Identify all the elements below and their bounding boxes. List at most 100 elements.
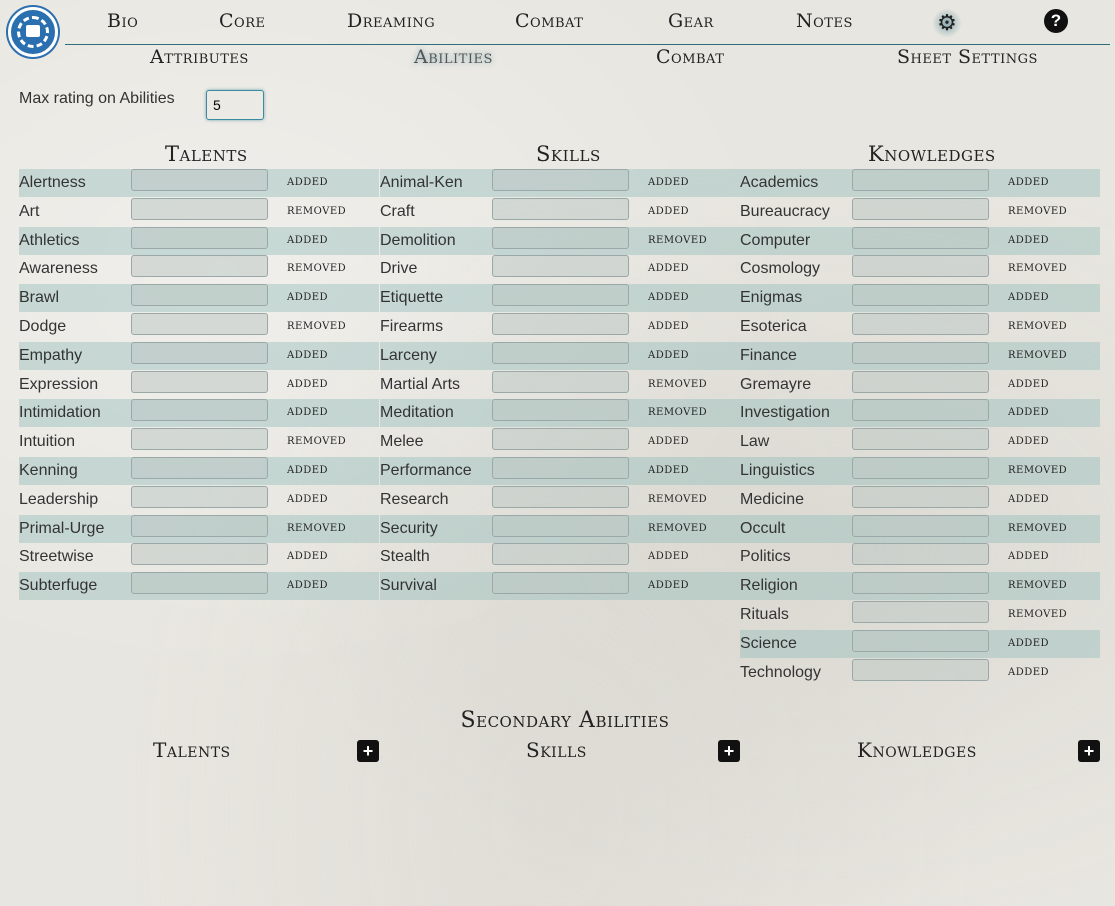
- subtab-sheet-settings[interactable]: Sheet Settings: [897, 46, 1038, 68]
- ability-input[interactable]: [852, 514, 989, 537]
- subtab-combat[interactable]: Combat: [656, 46, 724, 68]
- ability-input[interactable]: [492, 197, 629, 220]
- ability-input[interactable]: [492, 370, 629, 393]
- ability-state-toggle[interactable]: removed: [1008, 202, 1067, 218]
- gear-icon[interactable]: ⚙: [932, 8, 962, 38]
- ability-state-toggle[interactable]: added: [1008, 375, 1049, 391]
- ability-input[interactable]: [492, 399, 629, 422]
- ability-input[interactable]: [492, 169, 629, 191]
- ability-input[interactable]: [852, 197, 989, 220]
- ability-input[interactable]: [852, 456, 989, 479]
- ability-state-toggle[interactable]: added: [1008, 288, 1049, 304]
- ability-input[interactable]: [852, 399, 989, 422]
- ability-state-toggle[interactable]: removed: [287, 317, 346, 333]
- ability-state-toggle[interactable]: added: [287, 231, 328, 247]
- ability-state-toggle[interactable]: added: [1008, 547, 1049, 563]
- subtab-attributes[interactable]: Attributes: [150, 46, 249, 68]
- ability-input[interactable]: [131, 428, 268, 451]
- ability-input[interactable]: [131, 399, 268, 422]
- ability-input[interactable]: [852, 543, 989, 566]
- ability-state-toggle[interactable]: removed: [1008, 605, 1067, 621]
- ability-input[interactable]: [852, 658, 989, 681]
- ability-state-toggle[interactable]: removed: [1008, 519, 1067, 535]
- max-rating-input[interactable]: [206, 90, 264, 120]
- ability-input[interactable]: [852, 485, 989, 508]
- ability-state-toggle[interactable]: removed: [1008, 259, 1067, 275]
- ability-state-toggle[interactable]: removed: [1008, 317, 1067, 333]
- ability-state-toggle[interactable]: added: [1008, 432, 1049, 448]
- ability-input[interactable]: [492, 485, 629, 508]
- nav-tab-bio[interactable]: Bio: [107, 10, 138, 32]
- ability-input[interactable]: [852, 255, 989, 278]
- ability-input[interactable]: [131, 572, 268, 595]
- ability-input[interactable]: [852, 572, 989, 595]
- ability-state-toggle[interactable]: added: [1008, 403, 1049, 419]
- ability-input[interactable]: [852, 370, 989, 393]
- ability-input[interactable]: [131, 312, 268, 335]
- ability-state-toggle[interactable]: added: [1008, 634, 1049, 650]
- ability-state-toggle[interactable]: added: [648, 346, 689, 362]
- ability-input[interactable]: [131, 284, 268, 307]
- ability-state-toggle[interactable]: added: [648, 259, 689, 275]
- ability-state-toggle[interactable]: removed: [648, 519, 707, 535]
- ability-state-toggle[interactable]: added: [1008, 663, 1049, 679]
- ability-input[interactable]: [131, 514, 268, 537]
- nav-tab-dreaming[interactable]: Dreaming: [347, 10, 435, 32]
- ability-input[interactable]: [492, 543, 629, 566]
- ability-state-toggle[interactable]: removed: [1008, 346, 1067, 362]
- ability-state-toggle[interactable]: removed: [648, 231, 707, 247]
- nav-tab-notes[interactable]: Notes: [796, 10, 853, 32]
- ability-state-toggle[interactable]: added: [648, 576, 689, 592]
- ability-input[interactable]: [852, 284, 989, 307]
- app-logo[interactable]: [8, 7, 58, 57]
- ability-state-toggle[interactable]: added: [287, 403, 328, 419]
- ability-state-toggle[interactable]: added: [287, 547, 328, 563]
- ability-input[interactable]: [131, 485, 268, 508]
- ability-input[interactable]: [492, 514, 629, 537]
- ability-input[interactable]: [852, 629, 989, 652]
- subtab-abilities[interactable]: Abilities: [414, 46, 493, 68]
- ability-state-toggle[interactable]: removed: [1008, 576, 1067, 592]
- add-secondary-skill-button[interactable]: +: [718, 740, 740, 762]
- ability-state-toggle[interactable]: added: [648, 202, 689, 218]
- nav-tab-gear[interactable]: Gear: [668, 10, 714, 32]
- ability-input[interactable]: [131, 255, 268, 278]
- ability-state-toggle[interactable]: added: [1008, 490, 1049, 506]
- ability-state-toggle[interactable]: added: [287, 288, 328, 304]
- ability-state-toggle[interactable]: added: [1008, 231, 1049, 247]
- ability-input[interactable]: [492, 284, 629, 307]
- ability-input[interactable]: [492, 312, 629, 335]
- add-secondary-talent-button[interactable]: +: [357, 740, 379, 762]
- nav-tab-combat[interactable]: Combat: [515, 10, 583, 32]
- ability-state-toggle[interactable]: removed: [287, 432, 346, 448]
- ability-state-toggle[interactable]: added: [648, 432, 689, 448]
- ability-state-toggle[interactable]: added: [287, 576, 328, 592]
- ability-state-toggle[interactable]: added: [1008, 173, 1049, 189]
- ability-input[interactable]: [492, 255, 629, 278]
- ability-input[interactable]: [131, 341, 268, 364]
- ability-state-toggle[interactable]: added: [287, 346, 328, 362]
- ability-state-toggle[interactable]: added: [648, 461, 689, 477]
- ability-input[interactable]: [492, 572, 629, 595]
- ability-input[interactable]: [852, 341, 989, 364]
- ability-input[interactable]: [852, 428, 989, 451]
- ability-input[interactable]: [131, 226, 268, 249]
- ability-input[interactable]: [131, 370, 268, 393]
- ability-state-toggle[interactable]: removed: [287, 259, 346, 275]
- ability-input[interactable]: [852, 600, 989, 623]
- ability-input[interactable]: [492, 428, 629, 451]
- ability-input[interactable]: [492, 456, 629, 479]
- ability-state-toggle[interactable]: removed: [648, 403, 707, 419]
- ability-state-toggle[interactable]: added: [287, 461, 328, 477]
- ability-state-toggle[interactable]: removed: [1008, 461, 1067, 477]
- ability-input[interactable]: [492, 226, 629, 249]
- ability-state-toggle[interactable]: added: [287, 375, 328, 391]
- help-icon[interactable]: ?: [1044, 9, 1068, 33]
- ability-state-toggle[interactable]: added: [287, 490, 328, 506]
- ability-input[interactable]: [492, 341, 629, 364]
- ability-state-toggle[interactable]: added: [648, 173, 689, 189]
- ability-state-toggle[interactable]: removed: [287, 519, 346, 535]
- add-secondary-knowledge-button[interactable]: +: [1078, 740, 1100, 762]
- ability-input[interactable]: [131, 543, 268, 566]
- ability-state-toggle[interactable]: added: [648, 288, 689, 304]
